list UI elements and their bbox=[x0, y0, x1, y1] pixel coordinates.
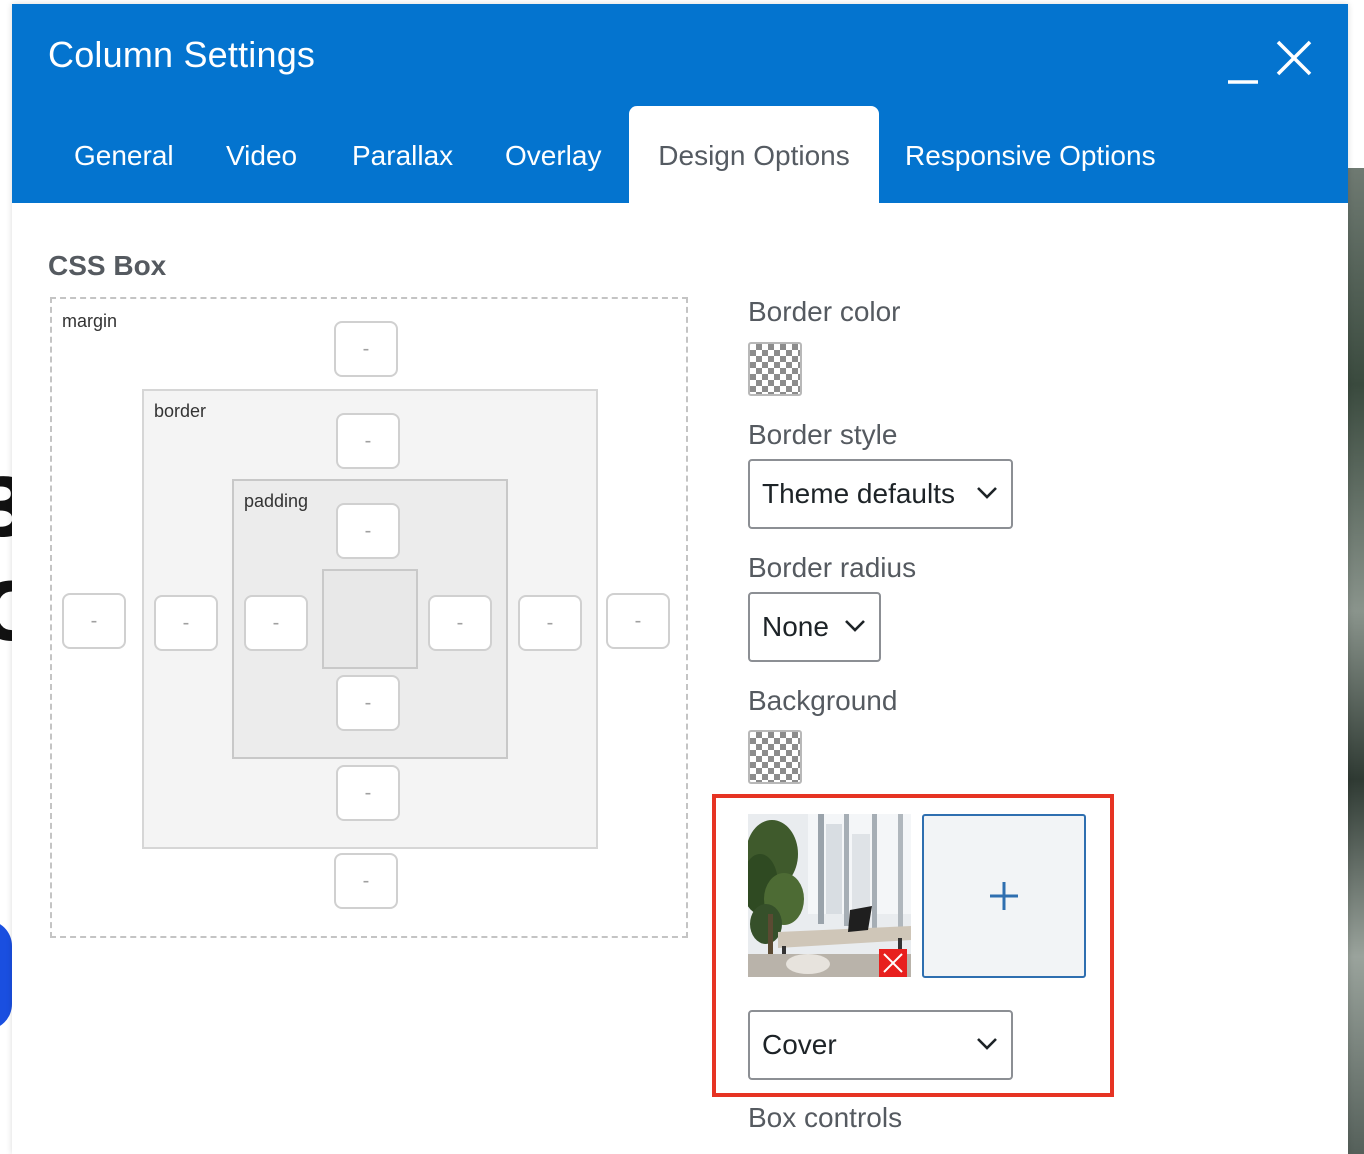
chevron-down-icon bbox=[845, 620, 865, 632]
border-right-input[interactable] bbox=[518, 595, 582, 651]
background-size-value: Cover bbox=[762, 1029, 837, 1060]
background-color-swatch[interactable] bbox=[748, 730, 802, 784]
content-box bbox=[322, 569, 418, 669]
css-box: margin border padding bbox=[50, 297, 688, 938]
border-color-label: Border color bbox=[748, 296, 901, 327]
column-settings-modal: Column Settings General Video Parallax O… bbox=[12, 4, 1348, 1154]
tab-bar: General Video Parallax Overlay Design Op… bbox=[12, 106, 1348, 203]
close-icon[interactable] bbox=[1274, 38, 1314, 78]
modal-title: Column Settings bbox=[48, 34, 316, 75]
background-page-right-image bbox=[1348, 168, 1364, 1154]
padding-left-input[interactable] bbox=[244, 595, 308, 651]
padding-bottom-input[interactable] bbox=[336, 675, 400, 731]
padding-label: padding bbox=[244, 491, 309, 511]
margin-left-input[interactable] bbox=[62, 593, 126, 649]
tab-video[interactable]: Video bbox=[226, 106, 297, 203]
background-glyph: Q bbox=[0, 566, 12, 659]
minimize-icon[interactable] bbox=[1226, 52, 1260, 86]
background-glyph: 3 bbox=[0, 462, 12, 555]
margin-label: margin bbox=[62, 311, 118, 331]
border-bottom-input[interactable] bbox=[336, 765, 400, 821]
border-layer: border padding bbox=[142, 389, 598, 849]
padding-top-input[interactable] bbox=[336, 503, 400, 559]
add-background-image-button[interactable] bbox=[922, 814, 1086, 978]
padding-right-input[interactable] bbox=[428, 595, 492, 651]
margin-bottom-input[interactable] bbox=[334, 853, 398, 909]
remove-image-icon[interactable] bbox=[879, 949, 907, 977]
margin-right-input[interactable] bbox=[606, 593, 670, 649]
tab-design-options[interactable]: Design Options bbox=[629, 106, 879, 203]
border-top-input[interactable] bbox=[336, 413, 400, 469]
background-size-select[interactable]: Cover bbox=[748, 1010, 1013, 1080]
border-style-select[interactable]: Theme defaults bbox=[748, 459, 1013, 529]
padding-layer: padding bbox=[232, 479, 508, 759]
margin-top-input[interactable] bbox=[334, 321, 398, 377]
background-label: Background bbox=[748, 685, 898, 716]
border-radius-label: Border radius bbox=[748, 552, 917, 583]
border-radius-select[interactable]: None bbox=[748, 592, 881, 662]
box-controls-label: Box controls bbox=[748, 1102, 903, 1133]
border-style-value: Theme defaults bbox=[762, 478, 955, 509]
chevron-down-icon bbox=[977, 487, 997, 499]
border-radius-value: None bbox=[762, 611, 829, 642]
border-left-input[interactable] bbox=[154, 595, 218, 651]
tab-general[interactable]: General bbox=[74, 106, 174, 203]
modal-header: Column Settings General Video Parallax O… bbox=[12, 4, 1348, 203]
chevron-down-icon bbox=[977, 1038, 997, 1050]
background-page-left: 3 Q r e s bbox=[0, 0, 12, 1154]
remove-x-glyph bbox=[883, 953, 903, 973]
border-color-swatch[interactable] bbox=[748, 342, 802, 396]
border-label: border bbox=[154, 401, 207, 421]
background-button bbox=[0, 920, 12, 1030]
border-style-label: Border style bbox=[748, 419, 898, 450]
tab-responsive-options[interactable]: Responsive Options bbox=[905, 106, 1156, 203]
background-page-right-top bbox=[1348, 0, 1364, 168]
tab-overlay[interactable]: Overlay bbox=[505, 106, 601, 203]
tab-parallax[interactable]: Parallax bbox=[352, 106, 453, 203]
plus-icon bbox=[990, 882, 1018, 910]
css-box-title: CSS Box bbox=[48, 250, 167, 281]
